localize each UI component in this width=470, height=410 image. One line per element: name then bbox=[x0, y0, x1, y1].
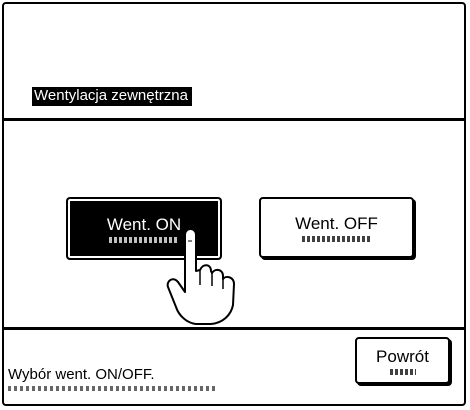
page-title: Wentylacja zewnętrzna bbox=[32, 87, 192, 106]
back-button[interactable]: Powrót bbox=[355, 337, 450, 384]
ventilation-off-sublabel bbox=[301, 235, 372, 242]
status-sublabel bbox=[8, 386, 218, 391]
status-message: Wybór went. ON/OFF. bbox=[8, 366, 155, 383]
back-sublabel bbox=[389, 368, 416, 375]
ventilation-off-button[interactable]: Went. OFF bbox=[259, 197, 414, 258]
hand-pointer-icon bbox=[166, 228, 235, 325]
back-label: Powrót bbox=[376, 346, 429, 366]
ventilation-off-label: Went. OFF bbox=[295, 213, 378, 233]
title-divider bbox=[4, 118, 466, 121]
footer-divider bbox=[4, 327, 466, 330]
